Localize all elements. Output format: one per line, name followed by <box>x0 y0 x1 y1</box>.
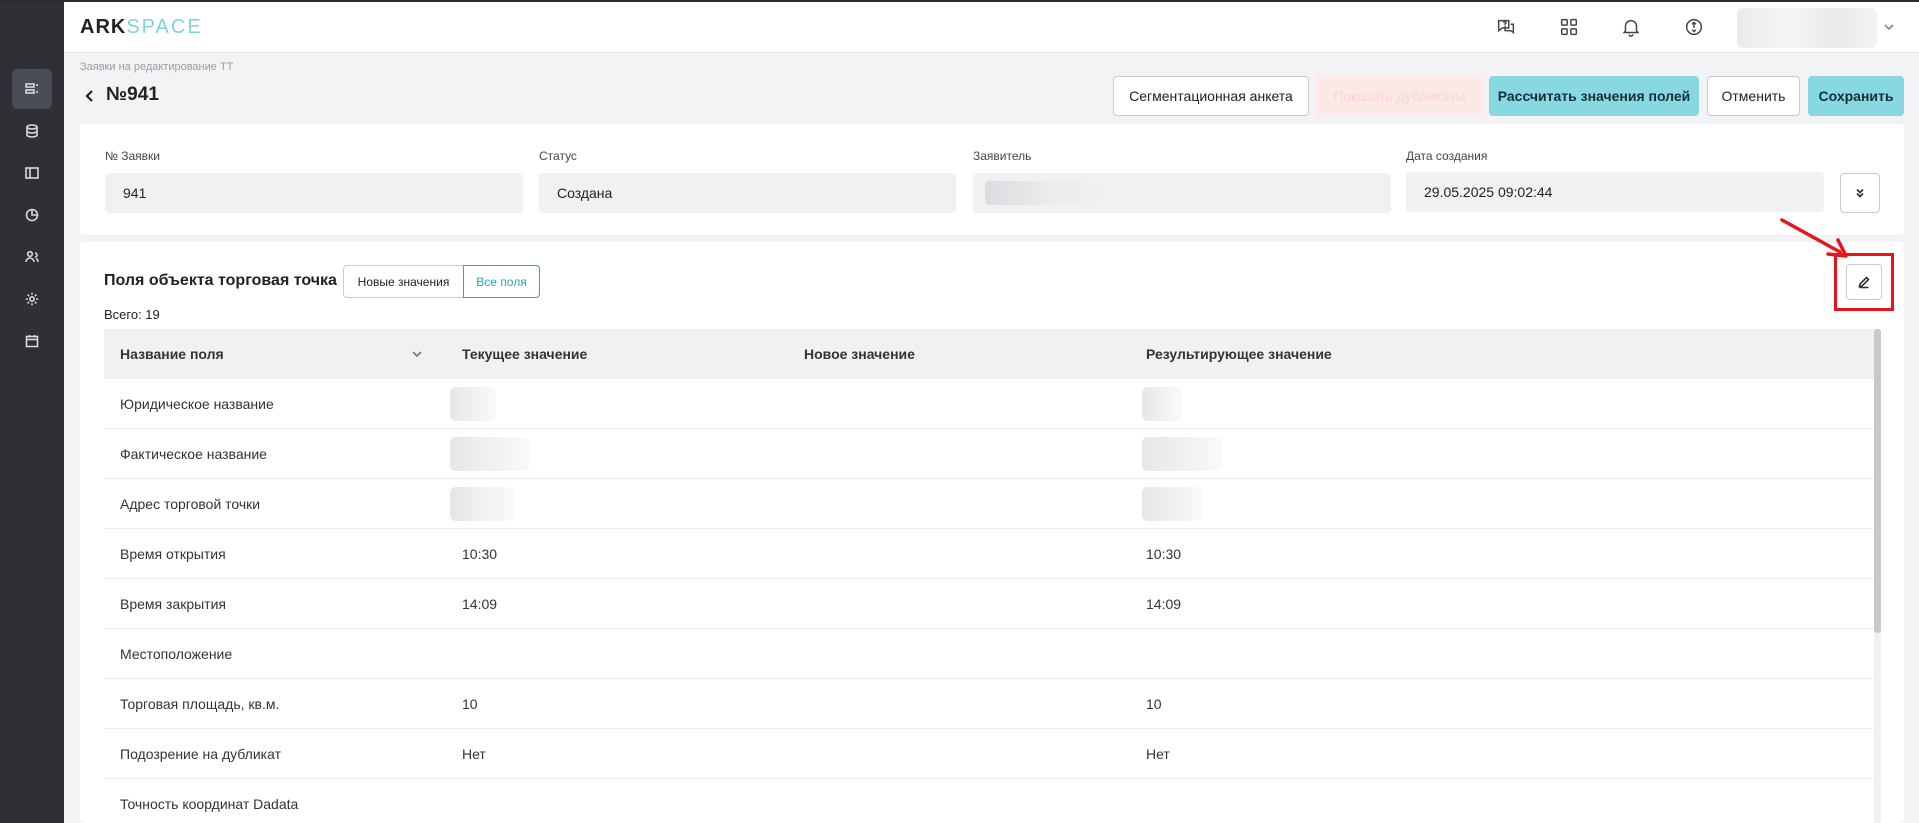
table-row[interactable]: Фактическое название <box>104 429 1876 479</box>
result-value-redacted <box>1142 487 1202 521</box>
result-value-cell: Нет <box>1146 746 1170 762</box>
analytics-icon <box>25 208 39 222</box>
table-row[interactable]: Время закрытия 14:09 14:09 <box>104 579 1876 629</box>
field-name-cell: Местоположение <box>120 646 233 662</box>
current-value-cell: 10 <box>462 696 478 712</box>
sidebar <box>0 2 64 823</box>
table-row[interactable]: Подозрение на дубликат Нет Нет <box>104 729 1876 779</box>
table-header: Название поля Текущее значение Новое зна… <box>104 329 1876 379</box>
applicant-field <box>973 173 1391 213</box>
field-name-cell: Юридическое название <box>120 396 274 412</box>
result-value-redacted <box>1142 387 1182 421</box>
apps-grid-button[interactable] <box>1556 14 1582 40</box>
request-number-value: 941 <box>123 185 147 201</box>
table-row[interactable]: Местоположение <box>104 629 1876 679</box>
toggle-all-fields[interactable]: Все поля <box>463 265 540 298</box>
sidebar-item-requests[interactable] <box>12 69 52 109</box>
save-button[interactable]: Сохранить <box>1808 76 1904 116</box>
top-header: ARKSPACE <box>64 2 1919 53</box>
fields-section-title: Поля объекта торговая точка <box>104 272 337 289</box>
table-row[interactable]: Юридическое название <box>104 379 1876 429</box>
annotation-arrow-icon <box>1780 218 1848 258</box>
column-header-new-value: Новое значение <box>804 346 915 362</box>
show-duplicates-button[interactable]: Показать дубликаты <box>1316 76 1483 116</box>
sidebar-item-analytics[interactable] <box>12 195 52 235</box>
calculate-fields-button[interactable]: Рассчитать значения полей <box>1489 76 1699 116</box>
applicant-redacted <box>985 181 1105 205</box>
current-value-redacted <box>450 487 514 521</box>
user-profile-redacted[interactable] <box>1737 8 1877 48</box>
request-number-field: 941 <box>105 173 523 213</box>
field-name-cell: Время закрытия <box>120 596 226 612</box>
page-title: №941 <box>106 84 159 105</box>
users-icon <box>25 250 39 263</box>
table-scrollbar-thumb[interactable] <box>1874 329 1881 633</box>
chevron-down-icon <box>412 351 422 358</box>
arrow-left-icon <box>85 90 93 102</box>
result-value-cell: 14:09 <box>1146 596 1182 612</box>
result-value-redacted <box>1142 437 1222 471</box>
chevron-down-icon <box>1884 24 1894 31</box>
sync-button[interactable] <box>1681 14 1707 40</box>
current-value-redacted <box>450 437 530 471</box>
column-header-current-value: Текущее значение <box>462 346 588 362</box>
user-menu-chevron[interactable] <box>1882 20 1896 34</box>
status-field: Создана <box>539 173 956 213</box>
app-logo[interactable]: ARKSPACE <box>80 16 203 39</box>
chevrons-down-icon <box>1856 188 1864 198</box>
settings-icon <box>25 292 39 306</box>
column-header-result-value: Результирующее значение <box>1146 346 1332 362</box>
sidebar-item-database[interactable] <box>12 111 52 151</box>
created-date-label: Дата создания <box>1406 149 1488 163</box>
current-value-redacted <box>450 387 496 421</box>
sort-button[interactable] <box>410 347 424 361</box>
sidebar-item-users[interactable] <box>12 237 52 277</box>
calendar-icon <box>25 335 39 348</box>
support-chat-icon <box>1497 19 1515 34</box>
field-name-cell: Адрес торговой точки <box>120 496 261 512</box>
status-value: Создана <box>557 185 613 201</box>
applicant-label: Заявитель <box>973 149 1032 163</box>
toggle-new-values[interactable]: Новые значения <box>343 265 463 298</box>
bell-icon <box>1622 19 1640 37</box>
expand-details-button[interactable] <box>1840 173 1880 213</box>
result-value-cell: 10 <box>1146 696 1162 712</box>
field-name-cell: Торговая площадь, кв.м. <box>120 696 280 712</box>
notifications-button[interactable] <box>1618 14 1644 40</box>
apps-grid-icon <box>1560 18 1578 36</box>
sidebar-item-settings[interactable] <box>12 279 52 319</box>
sidebar-item-calendar[interactable] <box>12 321 52 361</box>
table-row[interactable]: Торговая площадь, кв.м. 10 10 <box>104 679 1876 729</box>
field-name-cell: Подозрение на дубликат <box>120 746 281 762</box>
table-row[interactable]: Адрес торговой точки <box>104 479 1876 529</box>
field-name-cell: Время открытия <box>120 546 226 562</box>
column-header-field-name[interactable]: Название поля <box>120 346 224 362</box>
result-value-cell: 10:30 <box>1146 546 1182 562</box>
total-count: Всего: 19 <box>104 307 160 322</box>
sync-icon <box>1685 18 1703 36</box>
cancel-button[interactable]: Отменить <box>1707 76 1800 116</box>
field-name-cell: Точность координат Dadata <box>120 796 299 812</box>
table-row[interactable]: Точность координат Dadata <box>104 779 1876 823</box>
request-number-label: № Заявки <box>105 149 160 163</box>
breadcrumb[interactable]: Заявки на редактирование ТТ <box>80 61 233 73</box>
current-value-cell: 10:30 <box>462 546 498 562</box>
support-chat-button[interactable] <box>1493 14 1519 40</box>
field-name-cell: Фактическое название <box>120 446 267 462</box>
current-value-cell: 14:09 <box>462 596 498 612</box>
requests-icon <box>25 83 38 94</box>
database-icon <box>26 124 38 138</box>
back-button[interactable] <box>82 85 102 107</box>
layout-icon <box>25 167 39 179</box>
current-value-cell: Нет <box>462 746 486 762</box>
sidebar-item-layout[interactable] <box>12 153 52 193</box>
segmentation-form-button[interactable]: Сегментационная анкета <box>1113 76 1309 116</box>
table-row[interactable]: Время открытия 10:30 10:30 <box>104 529 1876 579</box>
created-date-value: 29.05.2025 09:02:44 <box>1424 184 1553 200</box>
status-label: Статус <box>539 149 577 163</box>
created-date-field: 29.05.2025 09:02:44 <box>1406 172 1824 212</box>
